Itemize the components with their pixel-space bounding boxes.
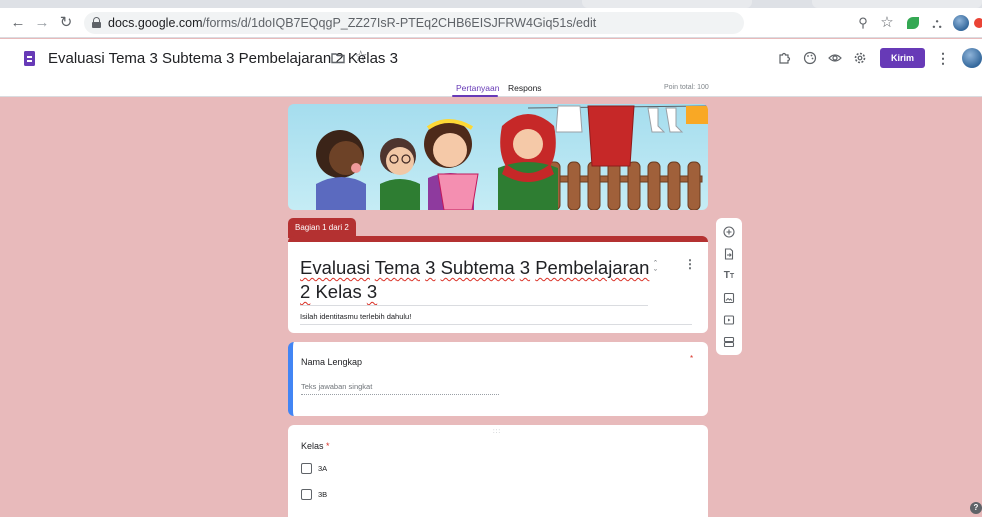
add-title-icon[interactable]: TT	[721, 268, 737, 284]
send-button[interactable]: Kirim	[880, 48, 925, 68]
editor-tabs: Pertanyaan Respons Poin total: 100	[0, 82, 982, 97]
forms-header: Evaluasi Tema 3 Subtema 3 Pembelajaran 2…	[0, 39, 982, 97]
browser-tab[interactable]	[812, 0, 982, 8]
palette-icon[interactable]	[801, 49, 819, 67]
zoom-search-icon[interactable]: ⚲	[854, 14, 872, 32]
add-image-icon[interactable]	[721, 290, 737, 306]
forms-logo-icon[interactable]	[24, 51, 35, 66]
extension-puzzle-icon[interactable]	[775, 49, 793, 67]
title-word: 2	[300, 281, 311, 302]
browser-toolbar: ← → ↻ docs.google.com/forms/d/1doIQB7EQq…	[0, 8, 982, 38]
preview-eye-icon[interactable]	[826, 49, 844, 67]
url-host: docs.google.com	[108, 16, 203, 30]
extension-leaf-icon[interactable]	[904, 14, 922, 32]
form-title-card[interactable]: Evaluasi Tema 3 Subtema 3 Pembelajaran 2…	[288, 236, 708, 333]
active-tab-indicator	[452, 95, 498, 97]
short-answer-line	[301, 394, 499, 395]
reload-icon[interactable]: ↻	[56, 13, 76, 33]
url-path: /forms/d/1doIQB7EQqgP_ZZ27IsR-PTEq2CHB6E…	[202, 16, 597, 30]
title-word: 3	[425, 257, 436, 278]
add-question-icon[interactable]	[721, 224, 737, 240]
points-total: Poin total: 100	[664, 84, 709, 91]
forward-arrow-icon[interactable]: →	[32, 13, 52, 33]
import-questions-icon[interactable]	[721, 246, 737, 262]
description-underline	[300, 324, 692, 325]
question-card-nama-lengkap[interactable]: Nama Lengkap * Teks jawaban singkat	[288, 342, 708, 416]
title-underline	[300, 305, 648, 306]
banner-illustration	[316, 105, 708, 210]
collapse-section-icon[interactable]: ˆˇ	[654, 260, 657, 278]
title-word: 3	[519, 257, 531, 278]
lock-icon	[92, 17, 101, 28]
bookmark-star-icon[interactable]: ☆	[878, 14, 896, 32]
title-word: Pembelajaran	[535, 257, 650, 278]
required-star: *	[690, 354, 694, 363]
browser-tab[interactable]	[582, 0, 752, 8]
add-section-icon[interactable]	[721, 334, 737, 350]
option-label: 3B	[318, 490, 328, 499]
checkbox[interactable]	[301, 463, 312, 474]
question-side-toolbar: TT	[716, 218, 742, 355]
tab-questions[interactable]: Pertanyaan	[456, 82, 499, 94]
required-star: *	[326, 441, 330, 451]
url-text[interactable]: docs.google.com/forms/d/1doIQB7EQqgP_ZZ2…	[108, 16, 596, 30]
header-banner-image	[288, 104, 708, 210]
title-word: Kelas	[315, 281, 362, 302]
tab-responses[interactable]: Respons	[508, 82, 542, 94]
back-arrow-icon[interactable]: ←	[8, 13, 28, 33]
title-word: 3	[366, 281, 378, 302]
question-title[interactable]: Nama Lengkap	[301, 357, 362, 367]
drag-handle-icon[interactable]: :::	[493, 429, 501, 435]
help-icon[interactable]: ?	[970, 502, 982, 514]
more-vert-icon[interactable]: ⋮	[684, 258, 696, 270]
question-title-text: Kelas	[301, 441, 324, 451]
extensions-puzzle-icon[interactable]: ⛬	[928, 14, 946, 32]
title-word: Tema	[374, 257, 420, 278]
title-word: Evaluasi	[300, 257, 370, 278]
browser-tab-strip	[0, 0, 982, 8]
short-answer-placeholder: Teks jawaban singkat	[301, 382, 373, 391]
question-card-kelas[interactable]: ::: Kelas * 3A 3B	[288, 425, 708, 517]
folder-icon[interactable]	[330, 50, 346, 66]
add-video-icon[interactable]	[721, 312, 737, 328]
checkbox[interactable]	[301, 489, 312, 500]
form-description[interactable]: Isilah identitasmu terlebih dahulu!	[300, 312, 411, 321]
avatar[interactable]	[962, 48, 982, 68]
option-label: 3A	[318, 464, 328, 473]
title-word: Subtema	[440, 257, 515, 278]
question-title[interactable]: Kelas *	[301, 441, 330, 451]
settings-gear-icon[interactable]	[851, 49, 869, 67]
form-title[interactable]: Evaluasi Tema 3 Subtema 3 Pembelajaran 2…	[300, 256, 655, 304]
section-indicator-tab: Bagian 1 dari 2	[288, 218, 356, 238]
profile-avatar-icon[interactable]	[952, 14, 970, 32]
address-bar[interactable]: docs.google.com/forms/d/1doIQB7EQqgP_ZZ2…	[84, 12, 744, 34]
star-icon[interactable]: ☆	[354, 48, 367, 66]
menu-partial-icon[interactable]	[974, 14, 982, 32]
more-vert-icon[interactable]: ⋮	[934, 49, 952, 67]
